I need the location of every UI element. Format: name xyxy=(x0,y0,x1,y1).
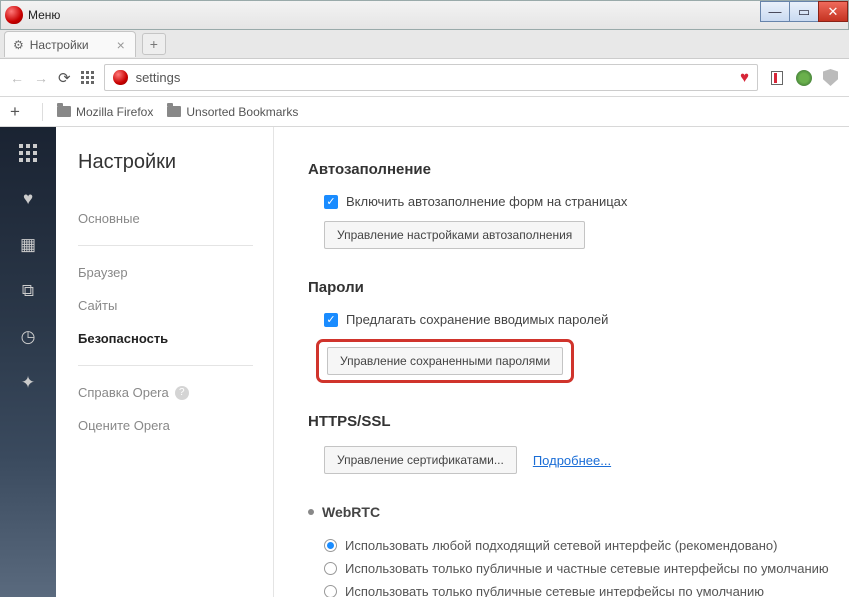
address-input[interactable] xyxy=(136,70,741,85)
checkbox-checked-icon[interactable]: ✓ xyxy=(324,195,338,209)
sidebar-toggle-icon[interactable] xyxy=(768,69,785,86)
main-area: ♥ ▦ ⧉ ◷ ✦ Настройки Основные Браузер Сай… xyxy=(0,127,849,597)
radio-icon[interactable] xyxy=(324,585,337,597)
nav-item-rate[interactable]: Оцените Opera xyxy=(78,409,273,442)
nav-item-sites[interactable]: Сайты xyxy=(78,289,273,322)
window-titlebar: Меню — ▭ ✕ xyxy=(0,0,849,30)
section-autofill: Автозаполнение ✓ Включить автозаполнение… xyxy=(308,161,829,249)
autofill-checkbox-row[interactable]: ✓ Включить автозаполнение форм на страни… xyxy=(308,194,829,209)
passwords-checkbox-row[interactable]: ✓ Предлагать сохранение вводимых паролей xyxy=(308,312,829,327)
close-button[interactable]: ✕ xyxy=(818,1,848,22)
nav-separator xyxy=(78,365,253,366)
new-tab-button[interactable]: + xyxy=(142,33,166,55)
webrtc-option-2[interactable]: Использовать только публичные сетевые ин… xyxy=(308,580,829,597)
help-icon: ? xyxy=(175,386,189,400)
nav-item-basic[interactable]: Основные xyxy=(78,202,273,235)
tab-title: Настройки xyxy=(30,38,89,52)
bookmark-folder[interactable]: Unsorted Bookmarks xyxy=(167,105,298,119)
settings-content: Автозаполнение ✓ Включить автозаполнение… xyxy=(274,127,849,597)
tabs-icon[interactable]: ⧉ xyxy=(18,283,38,299)
gear-icon: ⚙ xyxy=(13,38,24,52)
radio-checked-icon[interactable] xyxy=(324,539,337,552)
left-sidebar: ♥ ▦ ⧉ ◷ ✦ xyxy=(0,127,56,597)
autofill-manage-button[interactable]: Управление настройками автозаполнения xyxy=(324,221,585,249)
heart-icon[interactable]: ♥ xyxy=(740,69,749,86)
opera-logo-icon[interactable] xyxy=(5,6,23,24)
adblock-shield-icon[interactable] xyxy=(822,69,839,86)
minimize-button[interactable]: — xyxy=(760,1,790,22)
webrtc-option-0[interactable]: Использовать любой подходящий сетевой ин… xyxy=(308,534,829,557)
vpn-globe-icon[interactable] xyxy=(795,69,812,86)
speed-dial-icon[interactable] xyxy=(18,145,38,161)
maximize-button[interactable]: ▭ xyxy=(789,1,819,22)
nav-item-browser[interactable]: Браузер xyxy=(78,256,273,289)
webrtc-option-1[interactable]: Использовать только публичные и частные … xyxy=(308,557,829,580)
bookmark-label: Unsorted Bookmarks xyxy=(186,105,298,119)
section-title-autofill: Автозаполнение xyxy=(308,161,829,178)
bookmark-folder[interactable]: Mozilla Firefox xyxy=(57,105,153,119)
passwords-manage-button[interactable]: Управление сохраненными паролями xyxy=(327,347,563,375)
toolbar: ← → ⟳ ♥ xyxy=(0,59,849,97)
opera-icon xyxy=(113,70,128,85)
nav-item-security[interactable]: Безопасность xyxy=(78,322,273,355)
menu-label[interactable]: Меню xyxy=(28,8,60,22)
radio-label: Использовать только публичные сетевые ин… xyxy=(345,584,764,597)
certificates-button[interactable]: Управление сертификатами... xyxy=(324,446,517,474)
bookmarks-bar: + Mozilla Firefox Unsorted Bookmarks xyxy=(0,97,849,127)
passwords-checkbox-label: Предлагать сохранение вводимых паролей xyxy=(346,312,608,327)
checkbox-checked-icon[interactable]: ✓ xyxy=(324,313,338,327)
nav-help-label: Справка Opera xyxy=(78,385,169,400)
folder-icon xyxy=(57,106,71,117)
webrtc-title-text: WebRTC xyxy=(322,504,380,520)
extensions-icon[interactable]: ✦ xyxy=(18,375,38,391)
settings-title: Настройки xyxy=(78,151,273,174)
section-title-https: HTTPS/SSL xyxy=(308,413,829,430)
speed-dial-button[interactable] xyxy=(81,71,94,84)
add-bookmark-button[interactable]: + xyxy=(10,102,28,122)
section-title-passwords: Пароли xyxy=(308,279,829,296)
https-more-link[interactable]: Подробнее... xyxy=(533,453,611,468)
folder-icon xyxy=(167,106,181,117)
section-https: HTTPS/SSL Управление сертификатами... По… xyxy=(308,413,829,474)
news-icon[interactable]: ▦ xyxy=(18,237,38,253)
bookmarks-heart-icon[interactable]: ♥ xyxy=(18,191,38,207)
autofill-checkbox-label: Включить автозаполнение форм на страница… xyxy=(346,194,627,209)
section-title-webrtc: WebRTC xyxy=(308,504,829,520)
tab-bar: ⚙ Настройки × + xyxy=(0,30,849,59)
bookmark-label: Mozilla Firefox xyxy=(76,105,153,119)
highlighted-annotation: Управление сохраненными паролями xyxy=(316,339,574,383)
tab-settings[interactable]: ⚙ Настройки × xyxy=(4,31,136,57)
radio-icon[interactable] xyxy=(324,562,337,575)
tab-close-button[interactable]: × xyxy=(117,37,125,53)
nav-item-help[interactable]: Справка Opera ? xyxy=(78,376,273,409)
back-button[interactable]: ← xyxy=(10,70,24,86)
reload-button[interactable]: ⟳ xyxy=(58,69,71,87)
radio-label: Использовать только публичные и частные … xyxy=(345,561,829,576)
address-bar[interactable]: ♥ xyxy=(104,64,758,91)
history-icon[interactable]: ◷ xyxy=(18,329,38,345)
nav-separator xyxy=(78,245,253,246)
section-webrtc: WebRTC Использовать любой подходящий сет… xyxy=(308,504,829,597)
bullet-icon xyxy=(308,509,314,515)
forward-button[interactable]: → xyxy=(34,70,48,86)
radio-label: Использовать любой подходящий сетевой ин… xyxy=(345,538,777,553)
section-passwords: Пароли ✓ Предлагать сохранение вводимых … xyxy=(308,279,829,383)
settings-nav: Настройки Основные Браузер Сайты Безопас… xyxy=(56,127,274,597)
divider xyxy=(42,103,43,121)
